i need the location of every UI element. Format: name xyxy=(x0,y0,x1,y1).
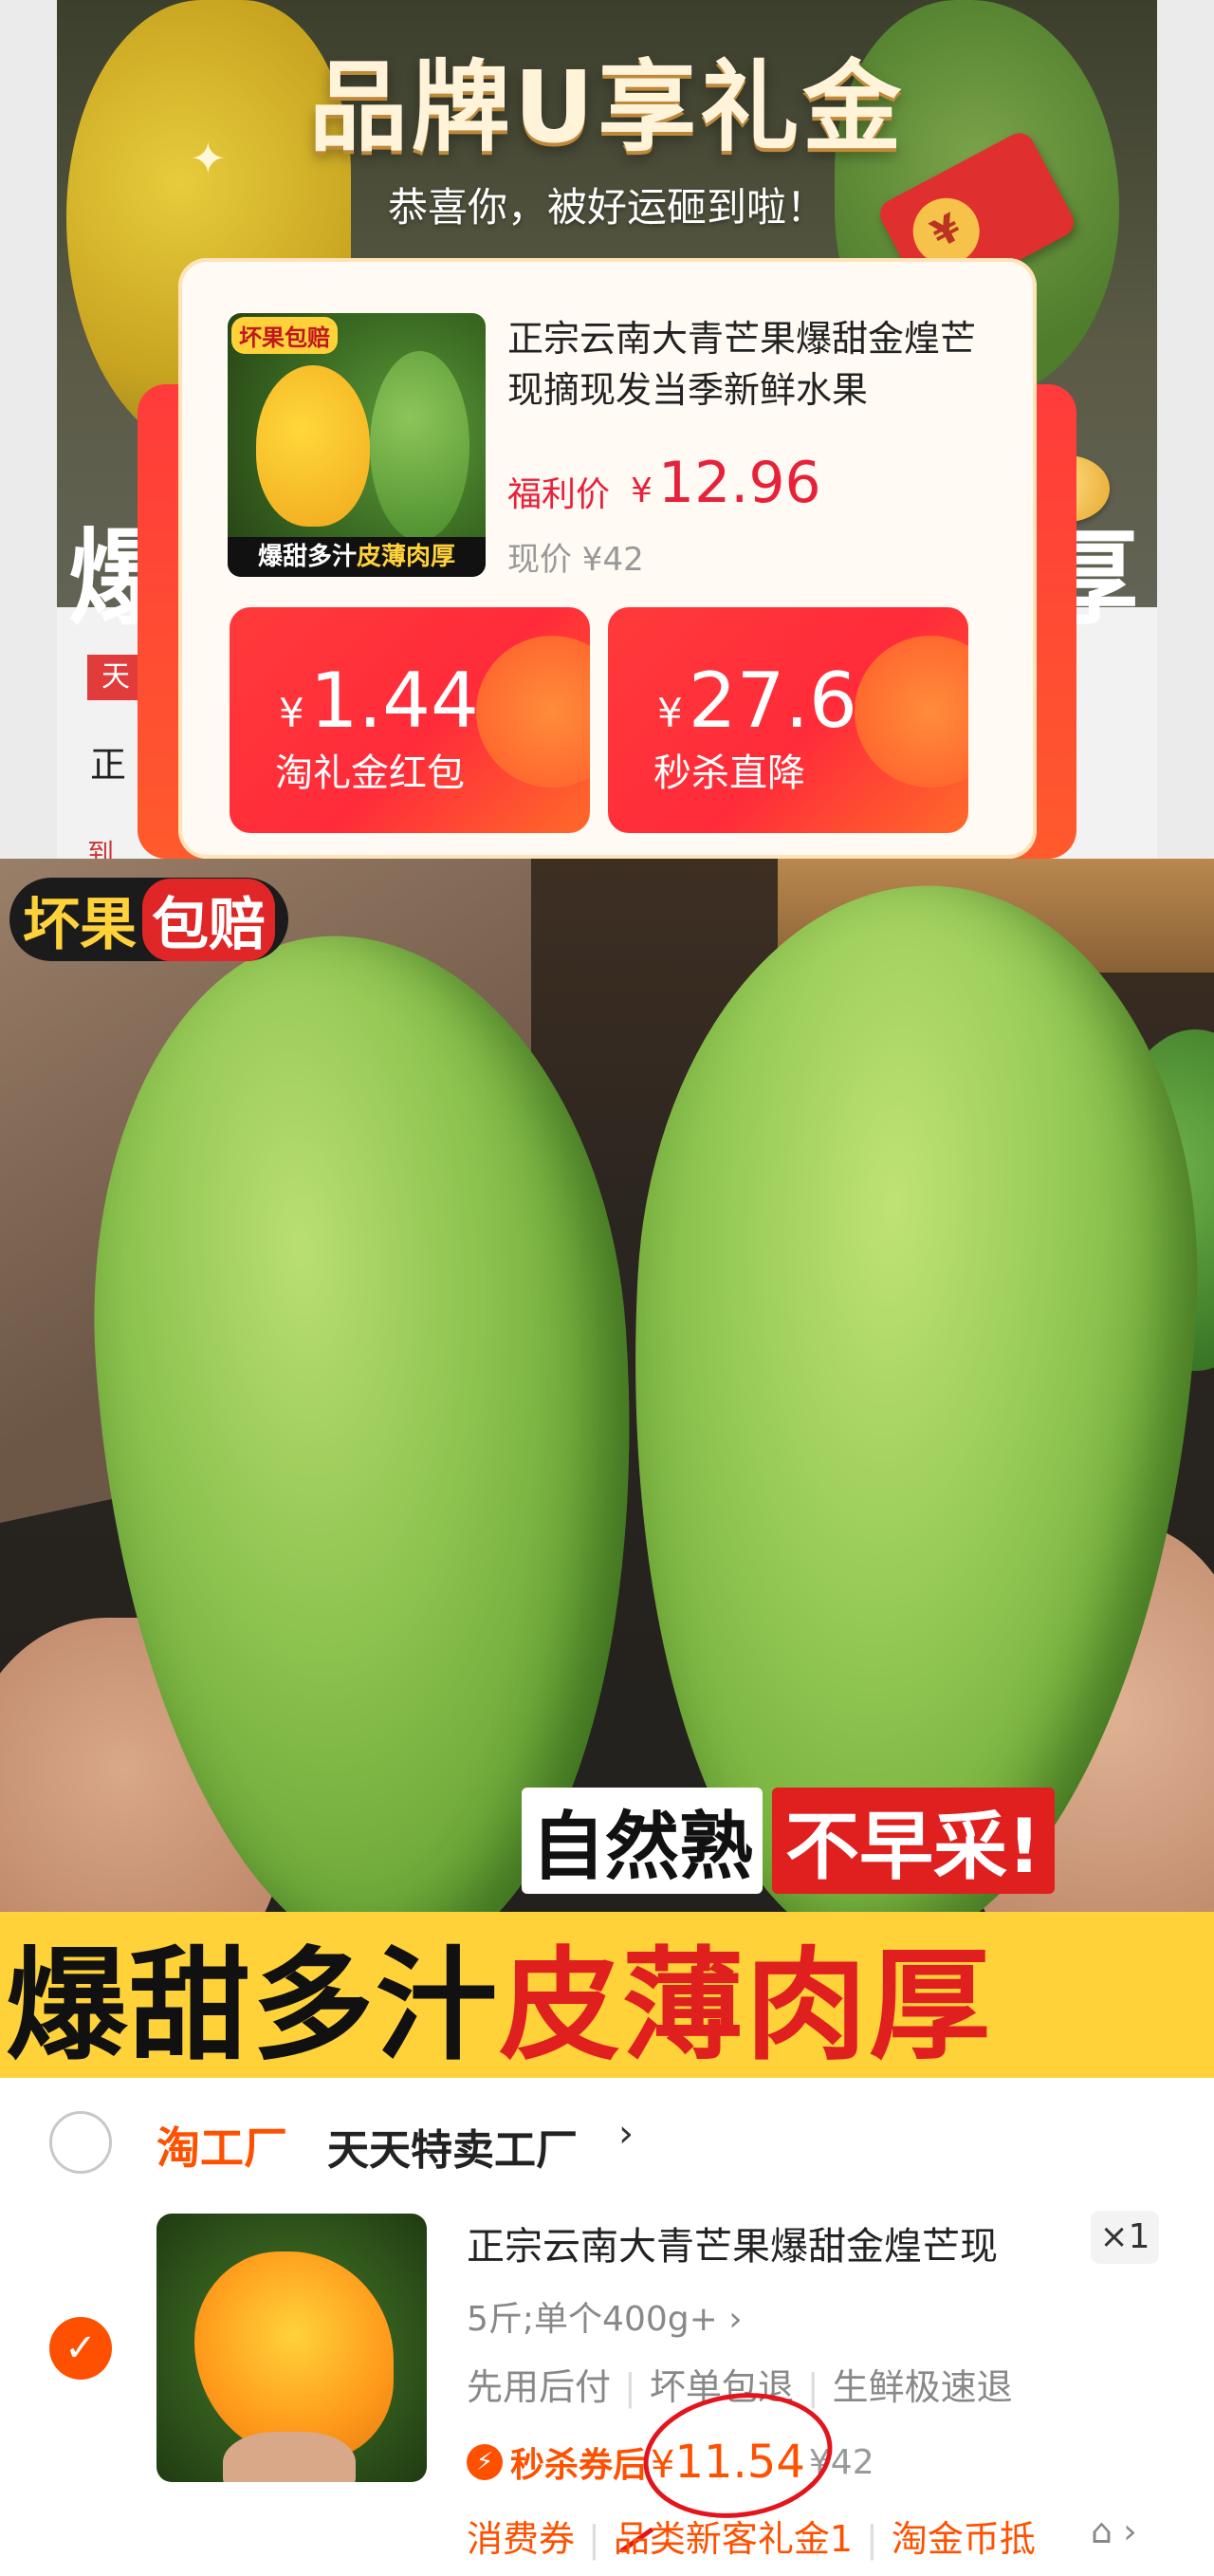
background-text: 到 xyxy=(87,838,115,859)
ripeness-slogan: 自然熟 不早采! xyxy=(522,1788,1055,1894)
store-select-radio[interactable] xyxy=(49,2111,112,2174)
slogan-text: 自然熟 xyxy=(522,1788,763,1894)
store-brand[interactable]: 淘工厂 xyxy=(156,2114,287,2177)
divider: | xyxy=(806,2366,819,2408)
coupon-decoration xyxy=(855,636,968,788)
coupon-label: 淘礼金红包 xyxy=(275,751,465,795)
coupon-amount: ¥1.44 xyxy=(279,657,479,745)
slogan-text: 爆甜多汁 xyxy=(6,1936,500,2077)
promo-popup: 爆 厚 天 正 到 品牌U享礼金 ✦ ✦ 恭喜你，被好运砸到啦！ ¥ 坏果包赔 … xyxy=(0,0,1214,859)
background-text: 正 xyxy=(90,744,127,786)
product-thumbnail[interactable]: 坏果包赔 爆甜多汁皮薄肉厚 xyxy=(228,313,486,577)
thumbnail-caption: 爆甜多汁皮薄肉厚 xyxy=(228,537,486,577)
coupon-label: 秒杀直降 xyxy=(653,751,805,795)
taste-slogan-bar: 爆甜多汁 皮薄肉厚 xyxy=(0,1912,1214,2078)
quantity-badge[interactable]: ×1 xyxy=(1091,2211,1159,2264)
cart-item-title[interactable]: 正宗云南大青芒果爆甜金煌芒现 xyxy=(467,2215,998,2270)
coupon-amount: ¥27.6 xyxy=(657,657,857,745)
cart-item-image[interactable] xyxy=(156,2214,427,2482)
store-name[interactable]: 天天特卖工厂 xyxy=(327,2116,578,2177)
promotion-tags[interactable]: 消费券 | 品类新客礼金1 | 淘金币抵 xyxy=(467,2510,1036,2562)
slogan-text-highlight: 皮薄肉厚 xyxy=(499,1936,993,2077)
deal-price: ¥12.96 xyxy=(631,450,821,516)
promotion-tag[interactable]: 消费券 xyxy=(467,2518,575,2560)
divider: | xyxy=(588,2518,600,2560)
service-tag: 生鲜极速退 xyxy=(832,2366,1013,2408)
background-badge: 天 xyxy=(87,655,144,700)
badge-text-highlight: 包赔 xyxy=(142,878,275,961)
product-hero-image[interactable]: 坏果 包赔 自然熟 不早采! 爆甜多汁 皮薄肉厚 xyxy=(0,859,1214,2078)
lightning-icon: ⚡ xyxy=(467,2444,503,2480)
chevron-right-icon[interactable]: › xyxy=(618,2112,634,2156)
guarantee-tag: 坏果包赔 xyxy=(231,317,338,354)
hand-image xyxy=(223,2432,356,2482)
more-arrow-icon[interactable]: ⌂ › xyxy=(1091,2512,1137,2551)
coupon-card-flash-sale[interactable]: ¥27.6 秒杀直降 xyxy=(608,607,968,833)
coupon-decoration xyxy=(476,636,590,788)
promotion-tag[interactable]: 品类新客礼金1 xyxy=(614,2518,853,2560)
green-mango-image xyxy=(370,351,469,541)
guarantee-badge: 坏果 包赔 xyxy=(9,878,288,961)
badge-text: 坏果 xyxy=(23,891,137,958)
price-label: 秒杀券后 xyxy=(510,2446,648,2485)
coupon-card-gift-money[interactable]: ¥1.44 淘礼金红包 xyxy=(230,607,590,833)
slogan-text-highlight: 不早采! xyxy=(772,1788,1055,1894)
deal-price-label: 福利价 xyxy=(507,475,611,514)
promotion-tag[interactable]: 淘金币抵 xyxy=(892,2518,1036,2560)
sku-selector[interactable]: 5斤;单个400g+ › xyxy=(467,2291,743,2341)
current-price: 现价 ¥42 xyxy=(507,541,644,579)
divider: | xyxy=(624,2366,636,2408)
mango-flesh-image xyxy=(256,365,370,527)
item-checkbox-checked[interactable]: ✓ xyxy=(49,2317,112,2380)
service-tag: 先用后付 xyxy=(467,2366,612,2408)
divider: | xyxy=(866,2518,878,2560)
promo-product-name: 正宗云南大青芒果爆甜金煌芒现摘现发当季新鲜水果 xyxy=(507,318,977,411)
mango-flesh-image xyxy=(194,2252,394,2460)
